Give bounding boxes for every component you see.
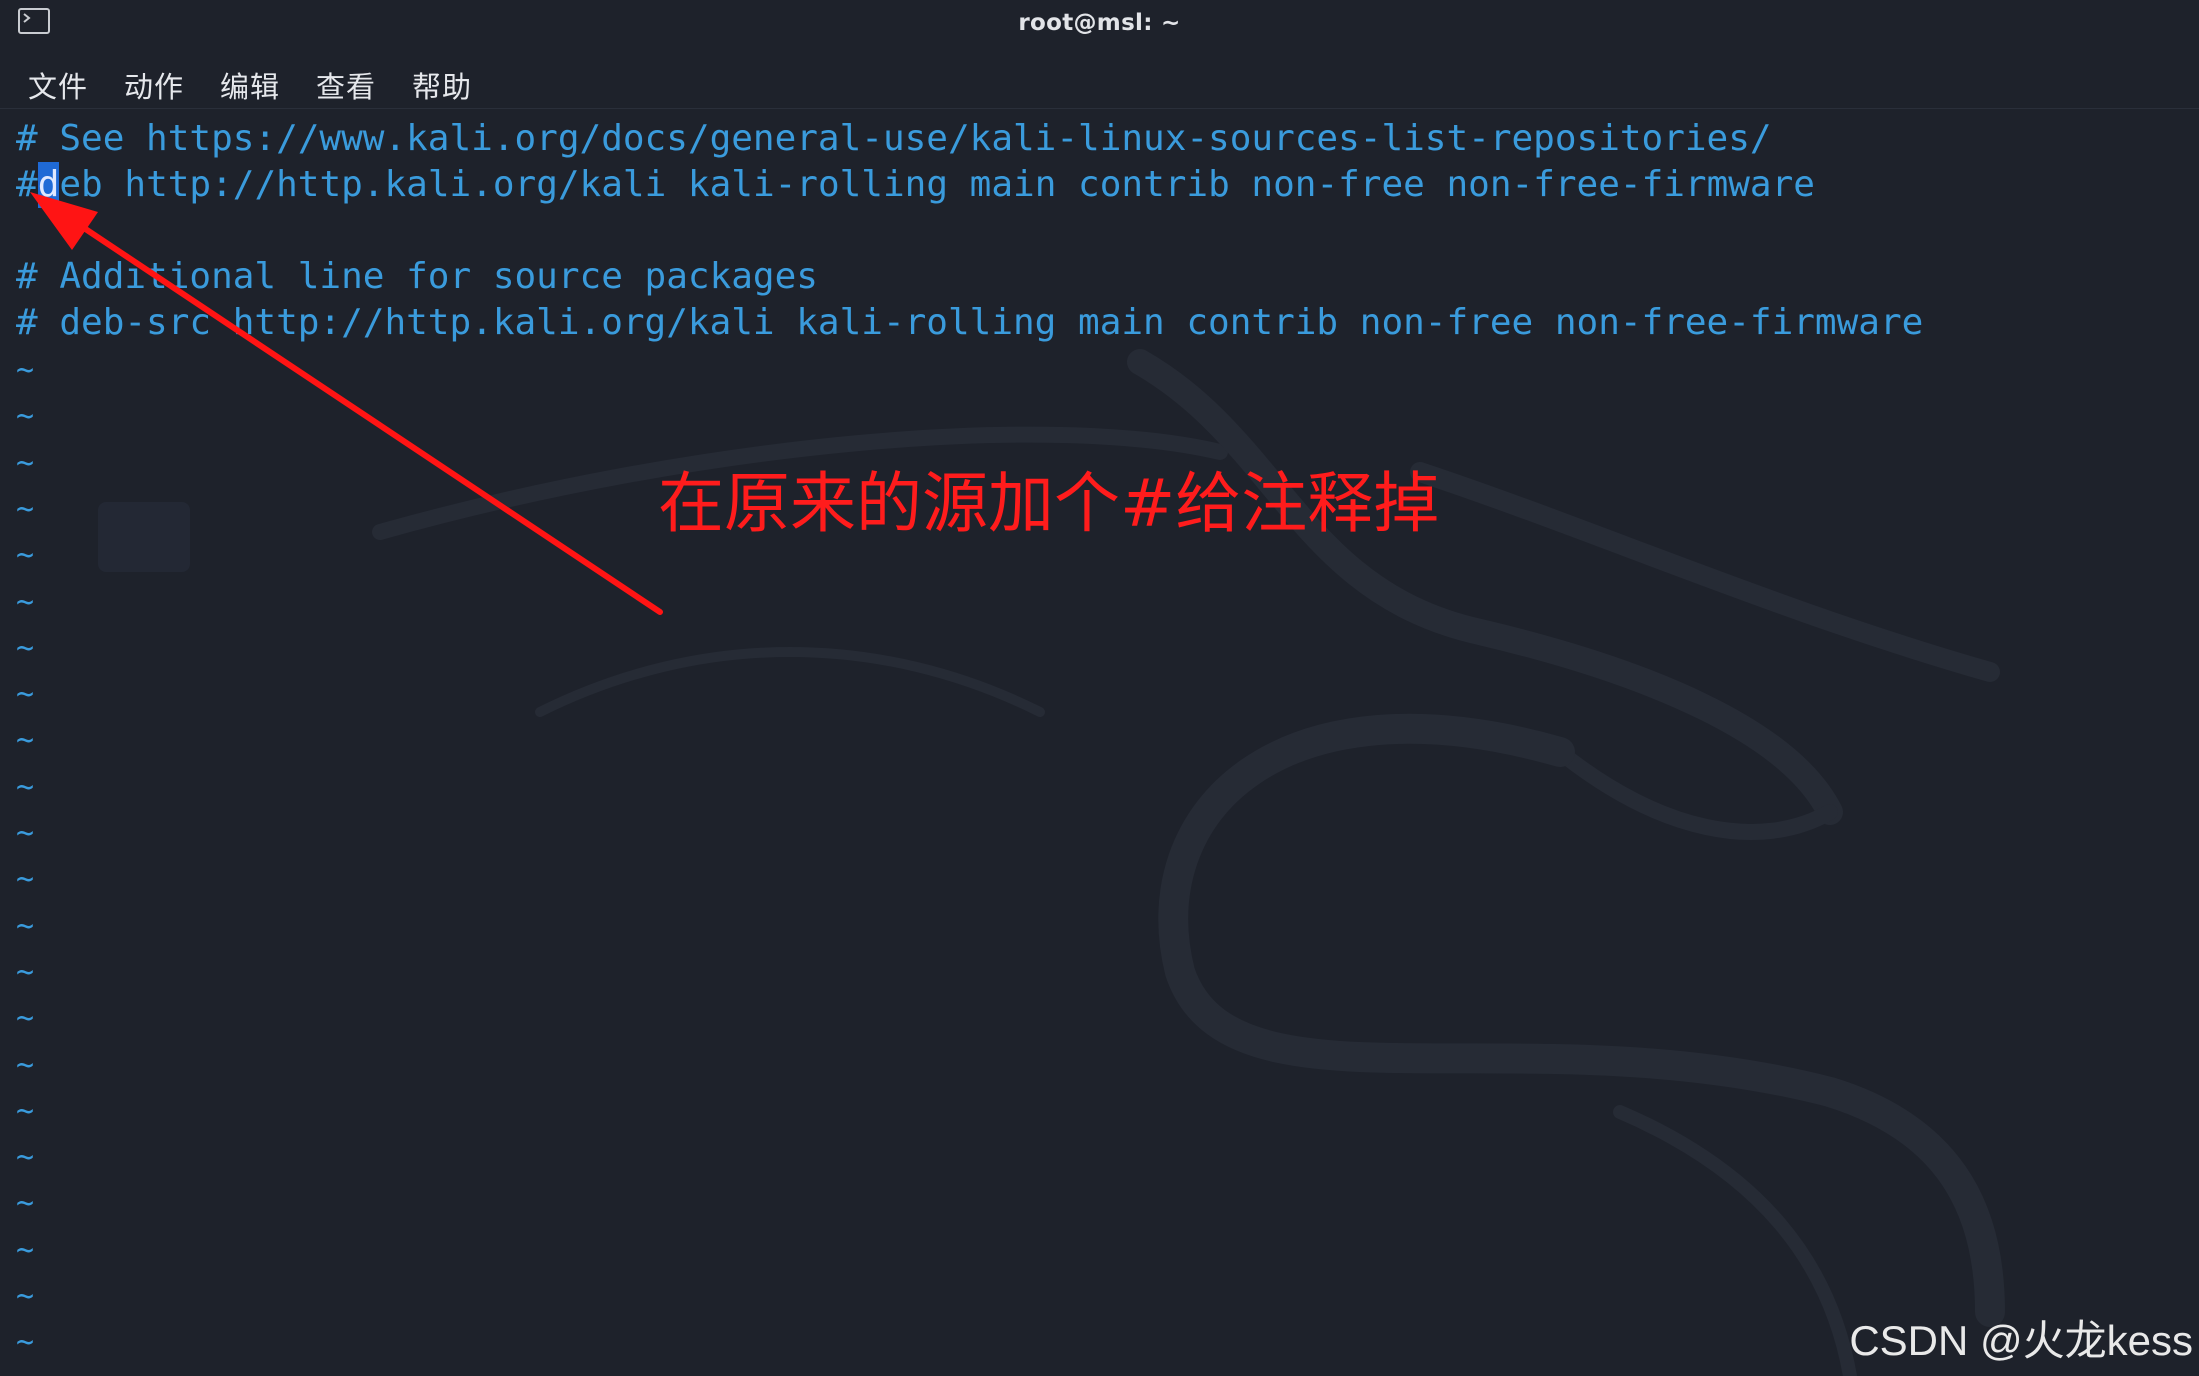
line-5-text: # deb-src http://http.kali.org/kali kali… xyxy=(16,302,1924,343)
empty-line-tilde: ~ xyxy=(16,769,35,805)
comment-hash: # xyxy=(16,164,38,205)
empty-line-tilde: ~ xyxy=(16,677,35,713)
empty-line-tilde: ~ xyxy=(16,445,35,481)
line-4-text: # Additional line for source packages xyxy=(16,256,818,297)
menu-view[interactable]: 查看 xyxy=(312,62,380,108)
empty-line-tilde: ~ xyxy=(16,584,35,620)
menu-bar: 文件 动作 编辑 查看 帮助 xyxy=(0,52,2199,109)
vim-editor[interactable]: # See https://www.kali.org/docs/general-… xyxy=(0,112,2199,1376)
line-2-text: eb http://http.kali.org/kali kali-rollin… xyxy=(59,164,1815,205)
empty-line-tilde: ~ xyxy=(16,491,35,527)
menu-file[interactable]: 文件 xyxy=(24,62,92,108)
editor-line-5: # deb-src http://http.kali.org/kali kali… xyxy=(16,300,1923,346)
empty-line-tilde: ~ xyxy=(16,816,35,851)
terminal-window: root@msl: ~ 文件 动作 编辑 查看 帮助 # See https:/… xyxy=(0,0,2199,1376)
empty-line-tilde: ~ xyxy=(16,353,35,388)
menu-help[interactable]: 帮助 xyxy=(408,62,476,108)
title-bar: root@msl: ~ xyxy=(0,0,2199,48)
menu-edit[interactable]: 编辑 xyxy=(216,62,284,108)
empty-line-tilde: ~ xyxy=(16,908,35,944)
empty-line-tilde: ~ xyxy=(16,1093,35,1129)
empty-line-tilde: ~ xyxy=(16,538,35,574)
empty-line-tilde: ~ xyxy=(16,862,35,898)
empty-line-tilde: ~ xyxy=(16,1140,35,1176)
empty-line-tilde: ~ xyxy=(16,630,35,666)
empty-line-tilde: ~ xyxy=(16,723,35,759)
editor-line-2: #deb http://http.kali.org/kali kali-roll… xyxy=(16,162,1815,208)
annotation-text: 在原来的源加个#给注释掉 xyxy=(658,465,1440,542)
line-1-text: # See https://www.kali.org/docs/general-… xyxy=(16,118,1772,159)
watermark: CSDN @火龙kess xyxy=(1849,1317,2193,1364)
text-cursor: d xyxy=(37,162,60,208)
editor-line-1: # See https://www.kali.org/docs/general-… xyxy=(16,116,1772,162)
empty-line-tilde: ~ xyxy=(16,399,35,435)
menu-actions[interactable]: 动作 xyxy=(120,62,188,108)
empty-line-tilde: ~ xyxy=(16,954,35,990)
editor-line-4: # Additional line for source packages xyxy=(16,254,818,300)
empty-line-tilde: ~ xyxy=(16,1279,35,1314)
empty-line-tilde: ~ xyxy=(16,1186,35,1222)
empty-line-tilde: ~ xyxy=(16,1232,35,1268)
empty-line-tilde: ~ xyxy=(16,1001,35,1037)
empty-line-tilde: ~ xyxy=(16,1047,35,1083)
window-title: root@msl: ~ xyxy=(1018,10,1181,36)
empty-line-tilde: ~ xyxy=(16,1325,35,1361)
